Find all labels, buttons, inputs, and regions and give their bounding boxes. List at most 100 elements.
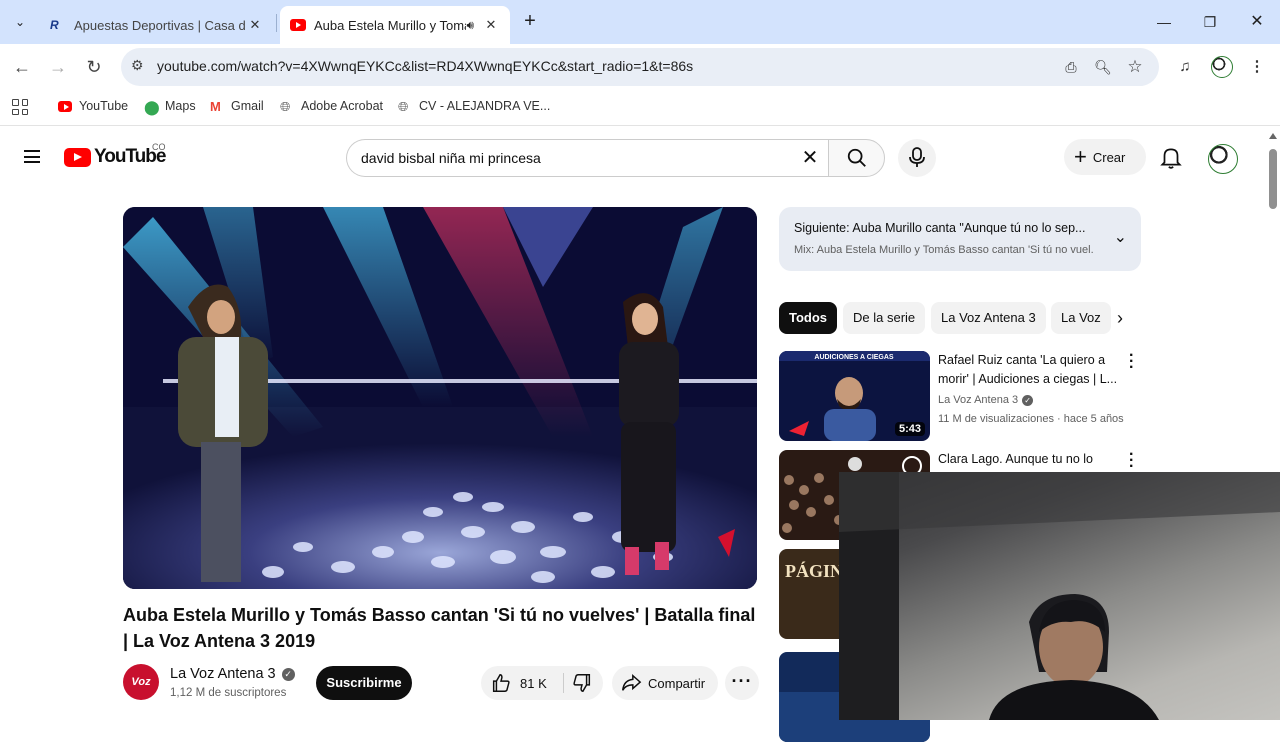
verified-check-icon: ✓ xyxy=(1022,394,1034,406)
mix-title: Mix: Auba Estela Murillo y Tomás Basso c… xyxy=(794,244,1094,256)
chevron-down-icon[interactable]: ⌄ xyxy=(1114,227,1127,247)
dislike-button[interactable] xyxy=(567,671,597,695)
menu-kebab-icon[interactable]: ⋮ xyxy=(1246,56,1268,78)
apuestas-favicon-icon: R xyxy=(50,18,59,32)
channel-name-link[interactable]: La Voz Antena 3 ✓ xyxy=(170,666,295,682)
more-options-icon[interactable]: · · · xyxy=(1129,447,1134,475)
close-window-button[interactable]: ✕ xyxy=(1245,10,1269,34)
back-button[interactable]: ← xyxy=(10,55,34,79)
chevron-right-icon[interactable]: › xyxy=(1108,306,1132,330)
close-icon[interactable]: ✕ xyxy=(482,17,500,33)
address-bar[interactable]: ⚙ youtube.com/watch?v=4XWwnqEYKCc&list=R… xyxy=(121,48,1159,86)
profile-avatar[interactable] xyxy=(1211,56,1233,78)
scrollbar-thumb[interactable] xyxy=(1269,149,1277,209)
tab-youtube-video[interactable]: Auba Estela Murillo y Tomás 🔊︎ ✕ xyxy=(280,6,510,44)
thumbs-up-icon xyxy=(492,674,510,692)
share-arrow-icon xyxy=(622,674,642,691)
url-text: youtube.com/watch?v=4XWwnqEYKCc&list=RD4… xyxy=(157,58,694,74)
next-label: Siguiente: xyxy=(794,221,850,235)
restore-button[interactable]: ❐ xyxy=(1198,10,1222,34)
bookmark-maps[interactable]: ⬤ Maps xyxy=(144,99,196,115)
bookmark-label: Gmail xyxy=(231,99,264,113)
youtube-header: YouTube CO david bisbal niña mi princesa… xyxy=(0,127,1266,187)
bookmark-label: Maps xyxy=(165,99,196,113)
thumbnail-label: AUDICIONES A CIEGAS xyxy=(814,354,894,361)
close-icon[interactable]: ✕ xyxy=(246,17,264,33)
forward-button[interactable]: → xyxy=(46,55,70,79)
webcam-image xyxy=(839,472,1280,720)
recommendation-title: Clara Lago. Aunque tu no lo xyxy=(938,452,1093,466)
bookmark-gmail[interactable]: M Gmail xyxy=(210,99,264,114)
globe-icon: 🌐︎ xyxy=(280,99,291,114)
playlist-next-panel[interactable]: Siguiente: Auba Murillo canta "Aunque tú… xyxy=(779,207,1141,271)
search-button[interactable] xyxy=(828,139,885,177)
more-options-icon[interactable]: · · · xyxy=(1129,348,1134,376)
chip-todos[interactable]: Todos xyxy=(779,302,838,334)
tab-divider xyxy=(276,14,277,32)
notifications-bell-icon[interactable] xyxy=(1158,144,1184,170)
tab-title: Apuestas Deportivas | Casa de A xyxy=(74,17,246,33)
video-frame-image xyxy=(123,207,757,589)
search-query-text: david bisbal niña mi princesa xyxy=(361,150,541,166)
subscriber-count: 1,12 M de suscriptores xyxy=(170,687,287,699)
video-thumbnail[interactable]: AUDICIONES A CIEGAS 5:43 xyxy=(779,351,930,441)
chip-la-voz-antena-3[interactable]: La Voz Antena 3 xyxy=(931,302,1046,334)
youtube-logo[interactable]: YouTube CO xyxy=(64,142,166,168)
guide-menu-icon[interactable] xyxy=(24,150,40,163)
chip-la-voz[interactable]: La Voz xyxy=(1051,302,1111,334)
create-label: Crear xyxy=(1092,149,1126,165)
bookmark-youtube[interactable]: YouTube xyxy=(58,99,128,113)
bookmarks-bar: YouTube ⬤ Maps M Gmail 🌐︎ Adobe Acrobat … xyxy=(0,90,1280,126)
bookmark-star-icon[interactable]: ☆ xyxy=(1125,57,1145,77)
scroll-up-arrow-icon[interactable] xyxy=(1269,133,1277,139)
minimize-button[interactable]: — xyxy=(1152,10,1176,34)
avatar-text: Voz xyxy=(131,676,151,688)
bookmark-adobe-acrobat[interactable]: 🌐︎ Adobe Acrobat xyxy=(280,99,384,114)
tab-apuestas[interactable]: R Apuestas Deportivas | Casa de A ✕ xyxy=(40,6,274,44)
webcam-overlay xyxy=(839,472,1280,720)
like-divider xyxy=(563,673,564,693)
thumbs-down-icon xyxy=(573,674,591,692)
reload-button[interactable]: ↻ xyxy=(82,55,106,79)
share-label: Compartir xyxy=(648,675,706,691)
channel-avatar[interactable]: Voz xyxy=(123,664,159,700)
like-button[interactable]: 81 K xyxy=(481,666,563,700)
create-button[interactable]: + Crear xyxy=(1064,139,1146,175)
duration-badge: 5:43 xyxy=(894,422,925,436)
youtube-icon xyxy=(58,100,72,112)
new-tab-button[interactable]: + xyxy=(518,10,542,34)
youtube-play-icon xyxy=(64,147,91,167)
more-actions-button[interactable]: ··· xyxy=(725,666,759,700)
install-app-icon[interactable]: ⎙ xyxy=(1061,57,1081,77)
site-info-icon[interactable]: ⚙ xyxy=(131,57,144,74)
verified-check-icon: ✓ xyxy=(281,667,295,681)
video-player[interactable] xyxy=(123,207,757,589)
search-input[interactable]: david bisbal niña mi princesa ✕ xyxy=(346,139,828,177)
share-button[interactable]: Compartir xyxy=(612,666,718,700)
bookmark-label: CV - ALEJANDRA VE... xyxy=(419,99,551,113)
voice-search-button[interactable] xyxy=(898,139,936,177)
channel-name: La Voz Antena 3 xyxy=(938,394,1019,406)
microphone-icon xyxy=(909,147,925,167)
recommendation-title: Rafael Ruiz canta 'La quiero a morir' | … xyxy=(938,353,1118,386)
account-avatar[interactable] xyxy=(1208,144,1238,174)
country-code: CO xyxy=(152,142,166,152)
clear-search-icon[interactable]: ✕ xyxy=(798,147,822,171)
subscribe-button[interactable]: Suscribirme xyxy=(316,666,412,700)
channel-name: La Voz Antena 3 xyxy=(170,666,276,682)
tab-strip: ⌄ R Apuestas Deportivas | Casa de A ✕ Au… xyxy=(0,0,1280,44)
chip-de-la-serie[interactable]: De la serie xyxy=(843,302,926,334)
like-count: 81 K xyxy=(520,675,547,691)
browser-toolbar: ← → ↻ ⚙ youtube.com/watch?v=4XWwnqEYKCc&… xyxy=(0,44,1280,90)
media-controls-icon[interactable]: ♫ xyxy=(1174,56,1196,78)
next-up-line: Siguiente: Auba Murillo canta "Aunque tú… xyxy=(794,221,1094,235)
next-title: Auba Murillo canta "Aunque tú no lo sep.… xyxy=(852,221,1086,235)
recommendation-channel: La Voz Antena 3 ✓ xyxy=(938,394,1034,406)
recommendation-item[interactable]: AUDICIONES A CIEGAS 5:43 Rafael Ruiz can… xyxy=(779,348,1141,443)
tab-search-dropdown[interactable]: ⌄ xyxy=(6,9,34,35)
zoom-icon[interactable]: 🔍︎ xyxy=(1093,57,1113,77)
bookmark-label: Adobe Acrobat xyxy=(301,99,384,113)
bookmark-cv[interactable]: 🌐︎ CV - ALEJANDRA VE... xyxy=(398,99,551,114)
audio-playing-icon[interactable]: 🔊︎ xyxy=(466,18,474,33)
apps-grid-icon[interactable] xyxy=(12,99,28,115)
